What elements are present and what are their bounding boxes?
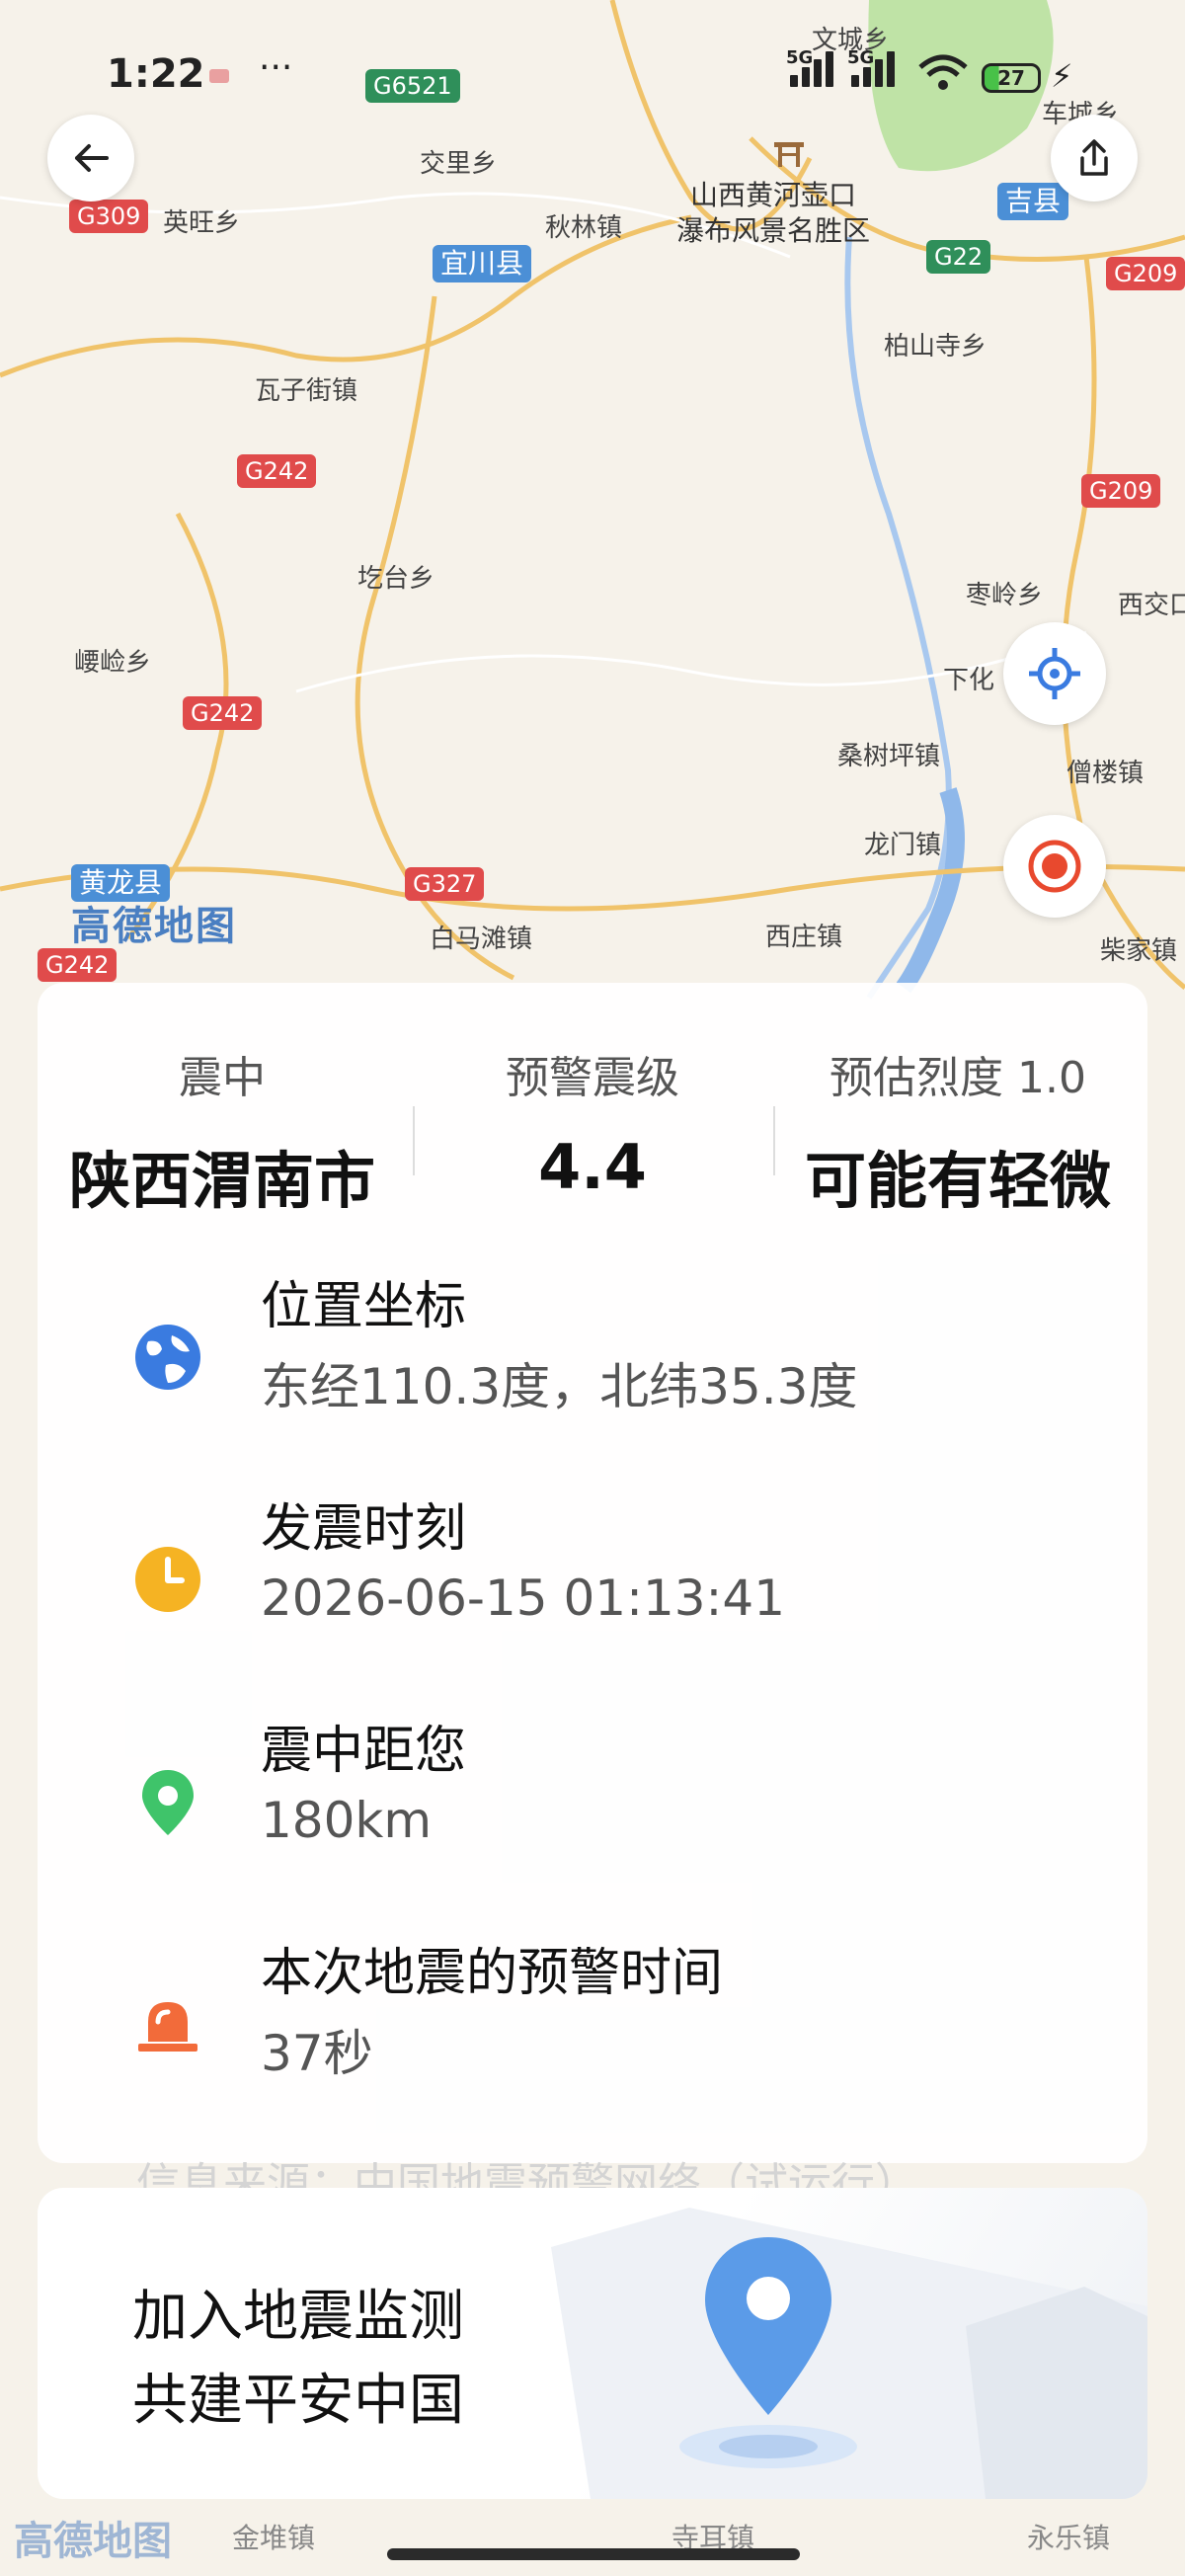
app-notification-icon xyxy=(209,69,229,83)
map-label: 僧楼镇 xyxy=(1066,759,1145,788)
warning-time-title: 本次地震的预警时间 xyxy=(261,1944,724,2003)
map-label: 永乐镇 xyxy=(1027,2522,1111,2554)
amap-logo: 高德地图 xyxy=(71,904,237,949)
road-badge: G22 xyxy=(926,240,991,274)
my-location-button[interactable] xyxy=(1003,622,1106,725)
wifi-icon xyxy=(918,54,968,90)
status-time: 1:22 xyxy=(107,51,205,97)
earthquake-info-card: 震中 陕西渭南市 预警震级 4.4 预估烈度 1.0 可能有轻微 位置坐标 东经… xyxy=(38,983,1147,2210)
map-label: 柏山寺乡 xyxy=(884,332,988,362)
map-label: 金堆镇 xyxy=(232,2522,316,2554)
magnitude-value: 4.4 xyxy=(538,1131,647,1203)
map-label: 下化 xyxy=(943,666,995,695)
road-badge: G242 xyxy=(38,948,118,982)
join-monitoring-banner[interactable]: 加入地震监测 共建平安中国 xyxy=(38,2188,1147,2499)
more-notifications-icon: ··· xyxy=(259,47,293,88)
epicenter-summary: 震中 陕西渭南市 xyxy=(38,1042,407,1220)
map-label: 交里乡 xyxy=(420,149,498,179)
town-badge: 宜川县 xyxy=(433,245,532,282)
clock-icon xyxy=(135,1547,200,1612)
battery-level: 27 xyxy=(997,66,1025,90)
distance-value: 180km xyxy=(261,1792,433,1849)
back-button[interactable] xyxy=(47,115,134,201)
network-type-label: 5G xyxy=(847,47,875,68)
share-icon xyxy=(1080,139,1108,176)
map-label: 圪台乡 xyxy=(357,564,435,594)
scenic-area-label: 山西黄河壶口 瀑布风景名胜区 xyxy=(676,178,870,249)
map-label: 秋林镇 xyxy=(545,213,623,243)
battery-icon: 27 xyxy=(982,63,1041,93)
map-label: 桑树坪镇 xyxy=(837,742,941,771)
quake-time-value: 2026-06-15 01:13:41 xyxy=(261,1570,786,1627)
scenic-line-1: 山西黄河壶口 xyxy=(690,179,857,211)
town-badge: 吉县 xyxy=(997,183,1069,220)
map-label: 西庄镇 xyxy=(765,923,843,952)
map-label: 英旺乡 xyxy=(163,208,241,238)
intensity-value: 可能有轻微 xyxy=(804,1145,1111,1217)
status-bar: 1:22 ··· 5G 5G 27 ⚡ xyxy=(0,0,1185,138)
coordinates-title: 位置坐标 xyxy=(261,1277,467,1336)
location-pin-icon xyxy=(142,1770,194,1835)
alarm-light-icon xyxy=(138,2002,198,2052)
crosshair-icon xyxy=(1029,648,1080,699)
map-label: 崾崄乡 xyxy=(74,648,152,678)
intensity-summary: 预估烈度 1.0 可能有轻微 xyxy=(773,1042,1143,1220)
globe-icon xyxy=(135,1325,200,1390)
warning-time-row: 本次地震的预警时间 37秒 xyxy=(38,1931,1147,2119)
map-label: 龙门镇 xyxy=(864,831,942,860)
target-icon xyxy=(1028,840,1081,893)
magnitude-summary: 预警震级 4.4 xyxy=(408,1042,777,1203)
map-label: 白马滩镇 xyxy=(430,925,533,954)
charging-icon: ⚡ xyxy=(1051,57,1073,95)
road-badge: G242 xyxy=(183,696,263,730)
arrow-left-icon xyxy=(75,144,109,172)
map-label: 枣岭乡 xyxy=(966,581,1044,610)
scenic-gate-icon xyxy=(774,142,804,167)
warning-time-value: 37秒 xyxy=(261,2025,373,2082)
share-button[interactable] xyxy=(1051,115,1138,201)
quake-time-title: 发震时刻 xyxy=(261,1499,467,1559)
magnitude-label: 预警震级 xyxy=(506,1053,679,1103)
distance-row: 震中距您 180km xyxy=(38,1709,1147,1896)
map-label: 柴家镇 xyxy=(1100,936,1178,966)
scenic-line-2: 瀑布风景名胜区 xyxy=(676,214,871,247)
epicenter-label: 震中 xyxy=(179,1053,266,1103)
epicenter-value: 陕西渭南市 xyxy=(68,1145,375,1217)
map-pin-icon xyxy=(679,2237,857,2468)
road-badge: G327 xyxy=(405,867,485,901)
map-label: 西交口 xyxy=(1118,591,1185,620)
home-indicator[interactable] xyxy=(387,2548,800,2560)
coordinates-row: 位置坐标 东经110.3度，北纬35.3度 xyxy=(38,1264,1147,1452)
map-label: 瓦子街镇 xyxy=(255,376,358,406)
distance-title: 震中距您 xyxy=(261,1722,467,1781)
quake-time-row: 发震时刻 2026-06-15 01:13:41 xyxy=(38,1487,1147,1674)
cellular-signal-icon: 5G xyxy=(847,47,895,87)
banner-line-1: 加入地震监测 xyxy=(132,2285,464,2349)
intensity-label: 预估烈度 1.0 xyxy=(830,1053,1086,1103)
road-badge: G309 xyxy=(69,200,149,233)
network-type-label: 5G xyxy=(786,47,814,68)
road-badge: G209 xyxy=(1081,474,1161,508)
amap-logo-bottom: 高德地图 xyxy=(14,2519,172,2564)
cellular-signal-icon: 5G xyxy=(786,47,833,87)
road-badge: G209 xyxy=(1106,257,1185,290)
road-badge: G242 xyxy=(237,454,317,488)
coordinates-value: 东经110.3度，北纬35.3度 xyxy=(261,1358,858,1415)
banner-line-2: 共建平安中国 xyxy=(132,2369,464,2433)
epicenter-button[interactable] xyxy=(1003,815,1106,918)
